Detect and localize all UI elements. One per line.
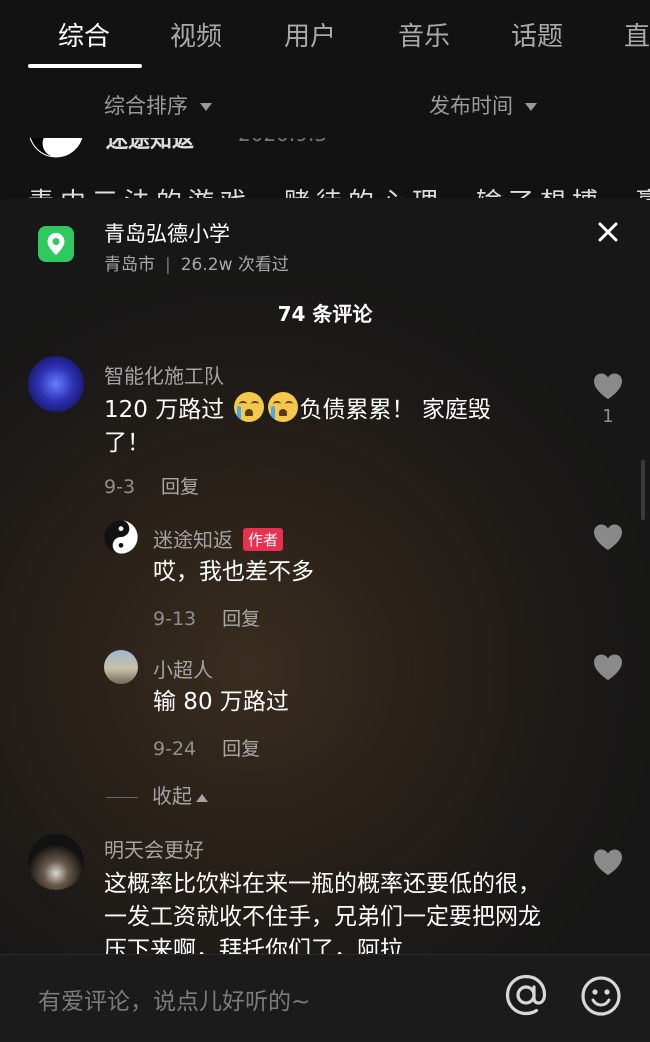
reply-text: 输 80 万路过 [153,689,289,715]
reply-author[interactable]: 小超人 [153,654,213,683]
comment-meta: 9-24 回复 [153,734,260,761]
location-subtitle: 青岛市 | 26.2w 次看过 [104,250,289,275]
sort-time-dropdown[interactable]: 发布时间 [429,90,537,120]
emoji-icon[interactable] [580,975,622,1017]
comment-text: 这概率比饮料在来一瓶的概率还要低的很，一发工资就收不住手，兄弟们一定要把网龙压下… [104,871,541,963]
comment-author[interactable]: 明天会更好 [104,834,204,863]
caret-down-icon [200,103,212,111]
caret-up-icon [196,793,208,802]
comment-count: 74 条评论 [277,302,373,326]
comment-meta: 9-13 回复 [153,604,260,631]
yin-yang-icon [104,520,138,554]
comment-date: 9-13 [153,608,197,630]
comment-input[interactable]: 有爱评论，说点儿好听的~ [38,982,310,1016]
comment-text-part: 120 万路过 [104,397,232,423]
comment-input-bar: 有爱评论，说点儿好听的~ [0,954,650,1042]
tab-video[interactable]: 视频 [170,16,222,53]
collapse-label: 收起 [152,784,192,808]
background-post-author: 迷途知返 [106,138,195,153]
background-post-date: 2020.9.3 [238,138,327,146]
crying-face-icon [233,392,264,422]
comment-author[interactable]: 智能化施工队 [104,360,224,389]
collapse-replies-button[interactable]: 收起 [106,780,208,809]
location-title[interactable]: 青岛弘德小学 [104,218,230,248]
tab-comprehensive[interactable]: 综合 [58,16,110,53]
separator: | [165,255,171,275]
heart-icon[interactable] [592,653,624,681]
tab-topics[interactable]: 话题 [511,16,563,53]
comment-meta: 9-3 回复 [104,472,199,499]
avatar[interactable] [104,650,138,684]
tab-live[interactable]: 直 [624,16,650,53]
caret-down-icon [525,103,537,111]
avatar[interactable] [28,834,84,890]
comment-sheet: 青岛弘德小学 青岛市 | 26.2w 次看过 74 条评论 智能化施工队 120 万… [0,198,650,1041]
sort-bar: 综合排序 发布时间 [0,68,650,138]
scrollbar[interactable] [641,460,645,520]
heart-icon[interactable] [592,523,624,551]
divider [106,797,138,798]
like-count: 1 [602,406,614,427]
heart-icon[interactable] [592,372,624,400]
sort-comprehensive-dropdown[interactable]: 综合排序 [104,90,212,120]
yin-yang-icon [28,138,84,158]
reply-text: 哎，我也差不多 [153,559,314,585]
at-mention-icon[interactable] [504,973,548,1017]
sort-left-label: 综合排序 [104,94,188,118]
comment-date: 9-24 [153,738,197,760]
reply-author: 迷途知返 作者 [153,524,284,553]
comment-date: 9-3 [104,476,136,498]
avatar[interactable] [28,356,84,412]
crying-face-icon [267,392,298,422]
location-city: 青岛市 [104,255,155,275]
reply-button[interactable]: 回复 [222,738,260,760]
avatar[interactable] [104,520,138,554]
tab-music[interactable]: 音乐 [398,16,450,53]
reply-button[interactable]: 回复 [222,608,260,630]
reply-button[interactable]: 回复 [161,476,199,498]
reply-author-name[interactable]: 迷途知返 [153,528,233,552]
sort-right-label: 发布时间 [429,94,513,118]
tab-users[interactable]: 用户 [284,16,336,53]
location-views: 26.2w 次看过 [180,255,289,275]
heart-icon[interactable] [592,848,624,876]
background-post: 迷途知返 2020.9.3 青中三法的游戏，赌徒的心理，输了想搏，赢了想 [0,138,650,200]
search-tab-bar: 综合 视频 用户 音乐 话题 直 [0,0,650,69]
comment-text: 120 万路过 负债累累！ 家庭毁了！ [104,392,534,460]
close-icon[interactable] [594,218,622,246]
location-pin-icon [38,226,74,262]
author-badge: 作者 [243,528,284,551]
